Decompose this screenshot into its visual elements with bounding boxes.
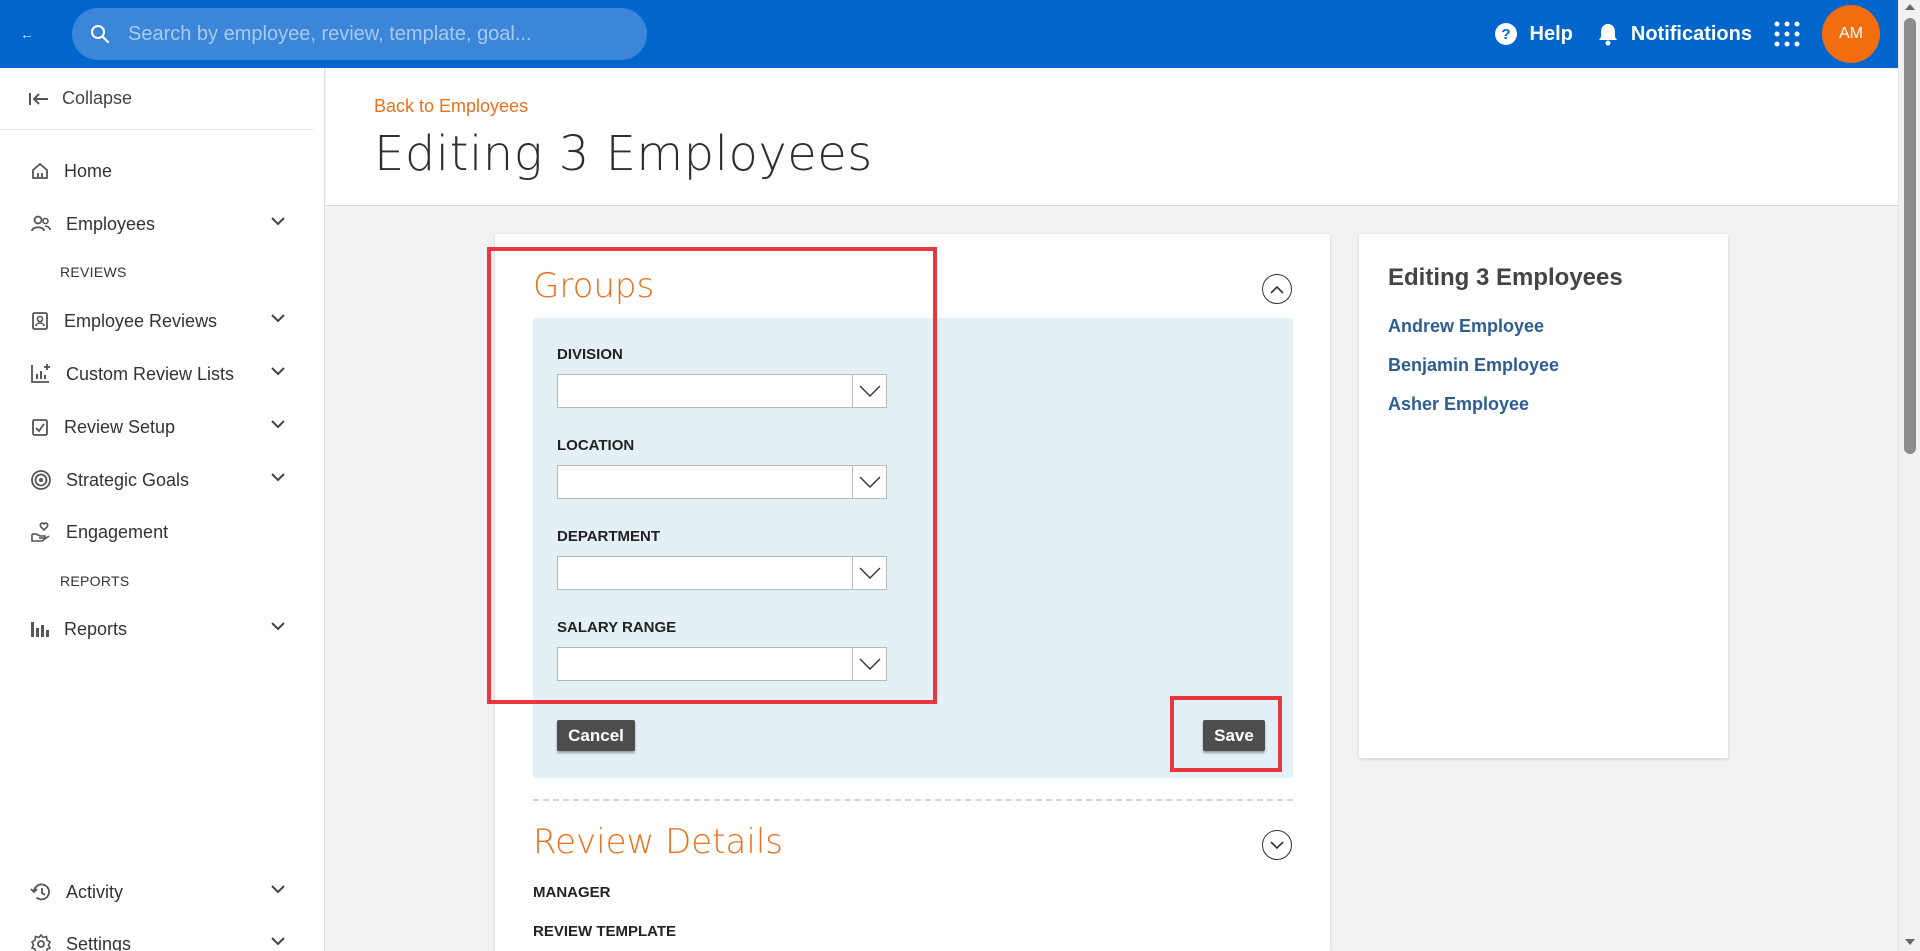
location-label: LOCATION [557, 437, 635, 454]
search-icon [91, 25, 110, 44]
bell-icon [1598, 24, 1617, 46]
collapse-button[interactable]: Collapse [0, 68, 314, 130]
sidebar-item-label: Review Setup [64, 416, 176, 437]
people-icon [31, 215, 51, 232]
chevron-down-icon[interactable] [270, 472, 286, 482]
salary-range-select[interactable] [557, 647, 887, 681]
help-icon: ? [1494, 23, 1517, 45]
collapse-label: Collapse [62, 88, 133, 108]
sidebar-item-label: Activity [66, 881, 124, 902]
salary-range-label: SALARY RANGE [557, 619, 677, 636]
chevron-down-icon[interactable] [852, 375, 886, 407]
page-header: Back to Employees Editing 3 Employees [326, 68, 1898, 206]
location-select[interactable] [557, 465, 887, 499]
sidebar-item-custom-review-lists[interactable]: Custom Review Lists [0, 354, 325, 394]
chevron-down-icon[interactable] [270, 621, 286, 631]
sidebar-item-label: Employees [66, 213, 156, 234]
chevron-down-icon[interactable] [270, 936, 286, 946]
employee-link[interactable]: Asher Employee [1388, 394, 1529, 415]
sidebar-item-reports[interactable]: Reports [0, 609, 325, 649]
search-input[interactable] [128, 22, 608, 46]
avatar[interactable]: AM [1822, 5, 1880, 63]
top-bar: ← ? Help Notifications AM [0, 0, 1898, 68]
history-icon [30, 883, 50, 901]
chevron-down-icon[interactable] [270, 366, 286, 376]
sidebar-item-label: Engagement [66, 521, 169, 542]
sidebar-item-activity[interactable]: Activity [0, 872, 325, 912]
employee-link[interactable]: Benjamin Employee [1388, 355, 1559, 376]
chevron-down-icon[interactable] [270, 216, 286, 226]
sidebar-section-reviews: REVIEWS [60, 264, 127, 280]
expand-review-details-button[interactable] [1262, 830, 1292, 860]
division-select[interactable] [557, 374, 887, 408]
collapse-arrow-icon [29, 92, 48, 105]
chevron-down-icon[interactable] [852, 557, 886, 589]
hand-heart-icon [31, 522, 50, 542]
notifications-link[interactable]: Notifications [1597, 22, 1752, 46]
department-select[interactable] [557, 556, 887, 590]
back-to-employees-link[interactable]: Back to Employees [374, 96, 528, 117]
sidebar-item-employee-reviews[interactable]: Employee Reviews [0, 301, 325, 341]
target-icon [31, 470, 51, 490]
manager-label: MANAGER [533, 884, 611, 901]
gear-icon [30, 933, 52, 951]
chevron-up-icon [1270, 285, 1284, 294]
top-right-actions: ? Help Notifications AM [1470, 5, 1880, 63]
chart-add-icon [31, 364, 50, 383]
sidebar-item-label: Employee Reviews [64, 310, 218, 331]
sidebar: Collapse Home Employees REVIEWS Employee… [0, 68, 325, 951]
sidebar-item-label: Settings [66, 933, 132, 951]
collapse-groups-button[interactable] [1262, 274, 1292, 304]
sidebar-item-strategic-goals[interactable]: Strategic Goals [0, 460, 325, 500]
sidebar-item-home[interactable]: Home [0, 151, 325, 191]
groups-title: Groups [533, 266, 655, 306]
selected-employees-card: Editing 3 Employees Andrew Employee Benj… [1359, 234, 1728, 758]
sidebar-item-label: Reports [64, 618, 128, 639]
employee-link[interactable]: Andrew Employee [1388, 316, 1544, 337]
sidebar-item-employees[interactable]: Employees [0, 204, 325, 244]
search-bar[interactable] [72, 8, 647, 60]
review-badge-icon [32, 312, 48, 330]
svg-text:?: ? [1501, 26, 1510, 43]
help-label: Help [1529, 22, 1573, 45]
review-template-label: REVIEW TEMPLATE [533, 923, 677, 940]
scroll-up-icon[interactable] [1905, 4, 1915, 10]
side-card-title: Editing 3 Employees [1388, 264, 1623, 291]
sidebar-item-settings[interactable]: Settings [0, 924, 325, 951]
chevron-down-icon[interactable] [270, 884, 286, 894]
edit-card: Groups DIVISION LOCATION DEPARTMENT SALA… [495, 234, 1330, 951]
cancel-button[interactable]: Cancel [557, 720, 635, 751]
page-scrollbar[interactable] [1898, 0, 1920, 951]
section-divider [533, 799, 1293, 801]
scroll-thumb[interactable] [1904, 18, 1916, 454]
sidebar-item-label: Strategic Goals [66, 469, 190, 490]
bar-chart-icon [31, 622, 49, 637]
chevron-down-icon[interactable] [270, 419, 286, 429]
division-label: DIVISION [557, 346, 623, 363]
chevron-down-icon [1270, 840, 1284, 849]
chevron-down-icon[interactable] [852, 648, 886, 680]
checklist-icon [32, 419, 48, 436]
notifications-label: Notifications [1630, 22, 1752, 45]
page-title: Editing 3 Employees [374, 126, 873, 182]
sidebar-item-label: Home [64, 160, 113, 181]
sidebar-item-review-setup[interactable]: Review Setup [0, 407, 325, 447]
chevron-down-icon[interactable] [270, 313, 286, 323]
save-button[interactable]: Save [1203, 720, 1265, 751]
home-icon [32, 162, 48, 179]
groups-panel: DIVISION LOCATION DEPARTMENT SALARY RANG… [533, 318, 1293, 778]
department-label: DEPARTMENT [557, 528, 661, 545]
sidebar-item-engagement[interactable]: Engagement [0, 512, 325, 552]
help-link[interactable]: ? Help [1494, 22, 1573, 46]
scroll-down-icon[interactable] [1905, 939, 1915, 945]
sidebar-section-reports: REPORTS [60, 573, 130, 589]
chevron-down-icon[interactable] [852, 466, 886, 498]
sidebar-item-label: Custom Review Lists [66, 363, 235, 384]
apps-grid-icon[interactable] [1774, 21, 1800, 47]
review-details-title: Review Details [533, 822, 783, 862]
back-arrow-icon[interactable]: ← [20, 26, 44, 42]
